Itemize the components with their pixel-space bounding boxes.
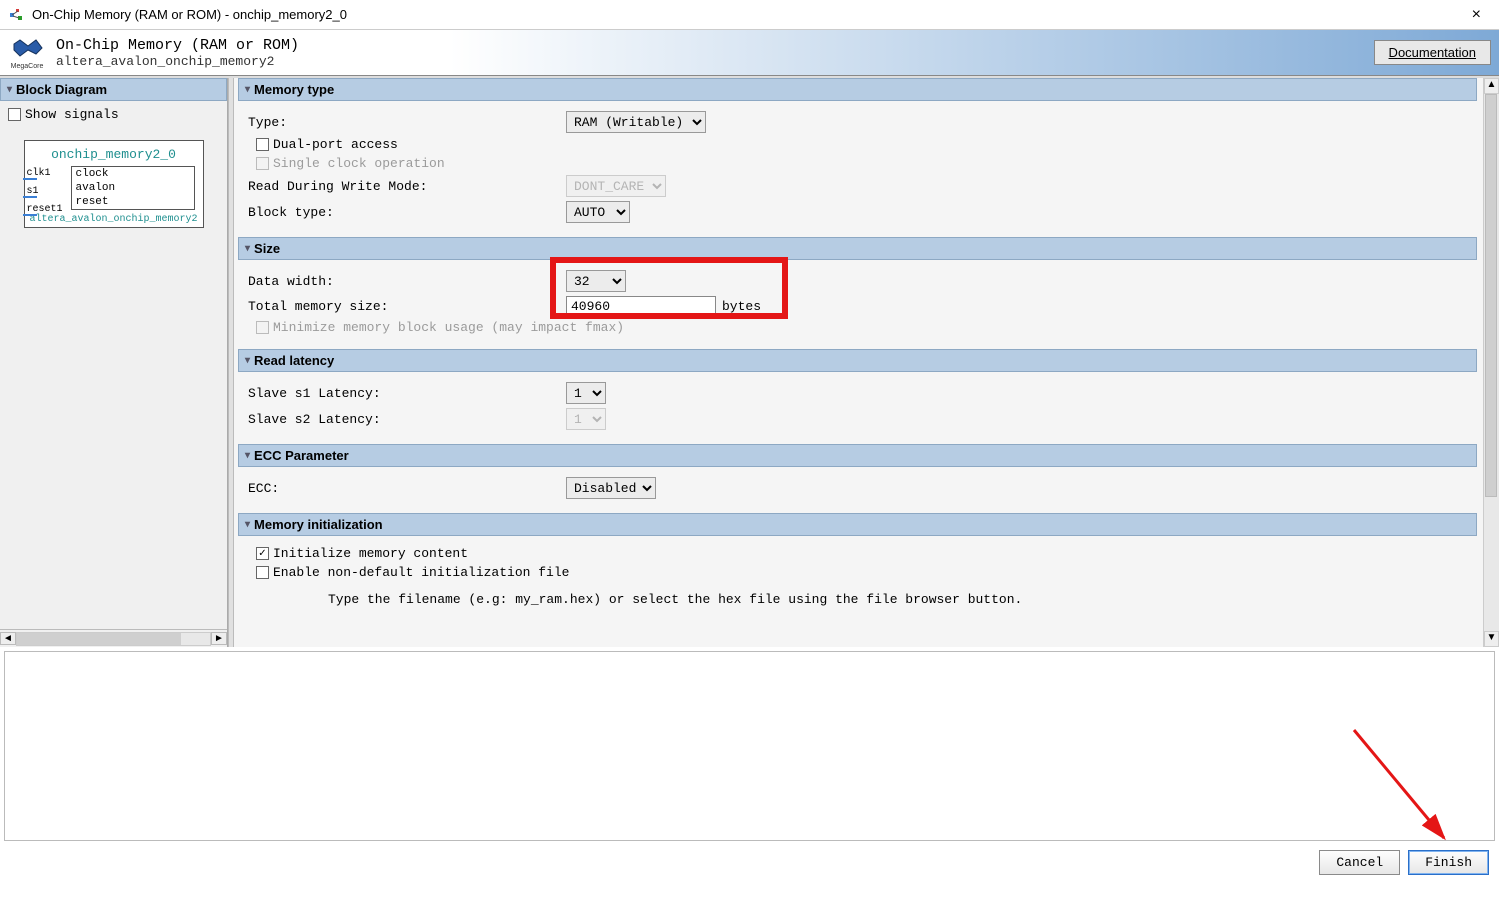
ecc-label: ECC: xyxy=(248,481,566,496)
port-line xyxy=(23,196,37,198)
scroll-thumb[interactable] xyxy=(1485,94,1497,497)
init-content-label: Initialize memory content xyxy=(273,546,468,561)
mem-init-header[interactable]: ▾ Memory initialization xyxy=(238,513,1477,536)
header-strip: MegaCore On-Chip Memory (RAM or ROM) alt… xyxy=(0,30,1499,76)
megacore-icon: MegaCore xyxy=(8,34,46,72)
diagram-footer: altera_avalon_onchip_memory2 xyxy=(25,214,203,225)
group-read-latency: ▾ Read latency Slave s1 Latency: 1 Slave… xyxy=(238,349,1477,444)
right-panel: ▾ Memory type Type: RAM (Writable) Dual-… xyxy=(234,78,1499,647)
show-signals-label: Show signals xyxy=(25,107,119,122)
block-diagram-header[interactable]: ▾ Block Diagram xyxy=(0,78,227,101)
s2-latency-label: Slave s2 Latency: xyxy=(248,412,566,427)
collapse-caret-icon: ▾ xyxy=(245,355,250,366)
enable-nondefault-label: Enable non-default initialization file xyxy=(273,565,569,580)
collapse-caret-icon: ▾ xyxy=(7,84,12,95)
diagram-instance-name: onchip_memory2_0 xyxy=(25,147,203,162)
size-header[interactable]: ▾ Size xyxy=(238,237,1477,260)
group-memory-type: ▾ Memory type Type: RAM (Writable) Dual-… xyxy=(238,78,1477,237)
scroll-down-arrow[interactable]: ▼ xyxy=(1484,631,1499,647)
mem-init-title: Memory initialization xyxy=(254,517,383,532)
init-file-hint: Type the filename (e.g: my_ram.hex) or s… xyxy=(328,592,1022,607)
signal-clock: clock xyxy=(72,167,194,181)
group-size: ▾ Size Data width: 32 Total memory size:… xyxy=(238,237,1477,349)
block-diagram-title: Block Diagram xyxy=(16,82,107,97)
arrow-annotation xyxy=(1334,710,1474,850)
window-title: On-Chip Memory (RAM or ROM) - onchip_mem… xyxy=(32,7,1462,22)
documentation-button[interactable]: Documentation xyxy=(1374,40,1491,65)
ecc-header[interactable]: ▾ ECC Parameter xyxy=(238,444,1477,467)
rw-mode-label: Read During Write Mode: xyxy=(248,179,566,194)
collapse-caret-icon: ▾ xyxy=(245,519,250,530)
scroll-thumb[interactable] xyxy=(17,633,181,645)
cancel-button[interactable]: Cancel xyxy=(1319,850,1400,875)
single-clock-checkbox xyxy=(256,157,269,170)
collapse-caret-icon: ▾ xyxy=(245,243,250,254)
titlebar: On-Chip Memory (RAM or ROM) - onchip_mem… xyxy=(0,0,1499,30)
left-h-scrollbar[interactable]: ◄ ► xyxy=(0,629,227,647)
group-mem-init: ▾ Memory initialization Initialize memor… xyxy=(238,513,1477,621)
scroll-right-arrow[interactable]: ► xyxy=(211,632,227,645)
dialog-footer: Cancel Finish xyxy=(0,845,1499,879)
enable-nondefault-checkbox[interactable] xyxy=(256,566,269,579)
scroll-track[interactable] xyxy=(1484,94,1499,631)
ecc-select[interactable]: Disabled xyxy=(566,477,656,499)
show-signals-checkbox[interactable] xyxy=(8,108,21,121)
s2-latency-select: 1 xyxy=(566,408,606,430)
port-line xyxy=(23,178,37,180)
collapse-caret-icon: ▾ xyxy=(245,450,250,461)
svg-text:MegaCore: MegaCore xyxy=(11,63,44,70)
minimize-checkbox xyxy=(256,321,269,334)
ecc-title: ECC Parameter xyxy=(254,448,349,463)
scroll-left-arrow[interactable]: ◄ xyxy=(0,632,16,645)
main-area: ▾ Block Diagram Show signals onchip_memo… xyxy=(0,76,1499,647)
left-panel: ▾ Block Diagram Show signals onchip_memo… xyxy=(0,78,228,647)
finish-button[interactable]: Finish xyxy=(1408,850,1489,875)
size-title: Size xyxy=(254,241,280,256)
scroll-track[interactable] xyxy=(16,632,211,646)
init-content-checkbox[interactable] xyxy=(256,547,269,560)
component-title: On-Chip Memory (RAM or ROM) xyxy=(56,37,299,54)
memory-type-title: Memory type xyxy=(254,82,334,97)
signal-avalon: avalon xyxy=(72,181,194,195)
right-v-scrollbar[interactable]: ▲ ▼ xyxy=(1483,78,1499,647)
group-ecc: ▾ ECC Parameter ECC: Disabled xyxy=(238,444,1477,513)
type-select[interactable]: RAM (Writable) xyxy=(566,111,706,133)
block-diagram: onchip_memory2_0 clk1 s1 reset1 clock av… xyxy=(24,140,204,228)
block-type-select[interactable]: AUTO xyxy=(566,201,630,223)
diagram-inner-box: clock avalon reset xyxy=(71,166,195,210)
dual-port-label: Dual-port access xyxy=(273,137,398,152)
data-width-label: Data width: xyxy=(248,274,566,289)
scroll-up-arrow[interactable]: ▲ xyxy=(1484,78,1499,94)
show-signals-row[interactable]: Show signals xyxy=(8,107,219,122)
s1-latency-select[interactable]: 1 xyxy=(566,382,606,404)
port-line xyxy=(23,214,37,216)
single-clock-label: Single clock operation xyxy=(273,156,445,171)
read-latency-title: Read latency xyxy=(254,353,334,368)
total-size-input[interactable] xyxy=(566,296,716,316)
total-size-label: Total memory size: xyxy=(248,299,566,314)
s1-latency-label: Slave s1 Latency: xyxy=(248,386,566,401)
message-area xyxy=(4,651,1495,841)
signal-reset: reset xyxy=(72,195,194,209)
close-button[interactable]: × xyxy=(1462,4,1491,26)
block-type-label: Block type: xyxy=(248,205,566,220)
collapse-caret-icon: ▾ xyxy=(245,84,250,95)
component-subtitle: altera_avalon_onchip_memory2 xyxy=(56,54,299,69)
bytes-unit: bytes xyxy=(722,299,761,314)
read-latency-header[interactable]: ▾ Read latency xyxy=(238,349,1477,372)
dual-port-checkbox[interactable] xyxy=(256,138,269,151)
rw-mode-select: DONT_CARE xyxy=(566,175,666,197)
data-width-select[interactable]: 32 xyxy=(566,270,626,292)
minimize-label: Minimize memory block usage (may impact … xyxy=(273,320,624,335)
app-icon xyxy=(8,7,24,23)
memory-type-header[interactable]: ▾ Memory type xyxy=(238,78,1477,101)
type-label: Type: xyxy=(248,115,566,130)
